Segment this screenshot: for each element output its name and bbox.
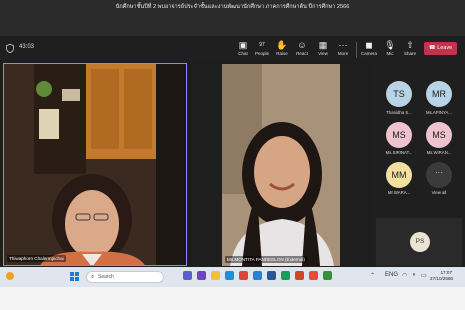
participant-video-1 <box>4 64 186 265</box>
store-icon[interactable] <box>253 271 262 280</box>
participant-avatar-name: Ms.APINYA... <box>426 110 452 115</box>
edge-icon[interactable] <box>225 271 234 280</box>
camera-button[interactable]: ◼ Camera <box>358 40 380 57</box>
self-avatar: PS <box>410 232 430 252</box>
participant-video-2 <box>222 64 340 266</box>
react-icon: ☺ <box>297 40 307 50</box>
chrome-icon[interactable] <box>239 271 248 280</box>
more-button[interactable]: ··· More <box>332 40 354 57</box>
chevron-up-icon[interactable]: ⌃ <box>370 272 375 279</box>
start-icon[interactable] <box>70 272 79 281</box>
taskbar-search[interactable]: ⌕ Search <box>86 271 164 283</box>
taskbar-app-icon[interactable] <box>323 271 332 280</box>
battery-icon[interactable]: ▭ <box>421 272 427 279</box>
view-all-button[interactable]: ··· <box>426 162 452 188</box>
taskbar-app-icon[interactable] <box>309 271 318 280</box>
mic-button[interactable]: 🎙 Mic <box>379 40 401 57</box>
view-all-label: View all <box>431 190 447 195</box>
participant-avatar[interactable]: MS <box>386 122 412 148</box>
leave-button[interactable]: ☎ Leave <box>424 42 457 55</box>
line-icon[interactable] <box>281 271 290 280</box>
view-icon: ▦ <box>318 40 328 50</box>
share-button[interactable]: ⇧ Share <box>399 40 421 57</box>
powerpoint-icon[interactable] <box>295 271 304 280</box>
volume-icon[interactable]: ◖ <box>412 272 416 278</box>
participant-avatar[interactable]: MM <box>386 162 412 188</box>
word-icon[interactable] <box>267 271 276 280</box>
system-clock[interactable]: 17:07 27/10/2566 <box>430 270 453 282</box>
people-icon: 97 <box>259 42 265 48</box>
weather-icon[interactable] <box>5 271 15 281</box>
participant-avatar-name: Ms.SIRINAT... <box>385 150 413 155</box>
view-button[interactable]: ▦ View <box>312 40 334 57</box>
more-icon: ··· <box>338 40 348 50</box>
participant-avatar-name: Mr.WARA... <box>387 190 411 195</box>
participant-avatar-name: Ms.WIRAN... <box>426 150 452 155</box>
participant-avatar[interactable]: MR <box>426 81 452 107</box>
wifi-icon[interactable]: ◠ <box>402 272 407 279</box>
react-button[interactable]: ☺ React <box>291 40 313 57</box>
raise-hand-button[interactable]: ✋ Raise <box>271 40 293 57</box>
file-explorer-icon[interactable] <box>211 271 220 280</box>
video-tile-2[interactable]: Ms.MONTITA PANDEELON (External) <box>222 64 340 266</box>
people-button[interactable]: 97 People <box>251 40 273 57</box>
screen-bottom-border <box>0 287 465 310</box>
participant-avatar[interactable]: MS <box>426 122 452 148</box>
ellipsis-icon: ··· <box>435 168 443 177</box>
shield-icon <box>6 44 14 53</box>
participant-avatar[interactable]: TS <box>386 81 412 107</box>
participant-name-1: Thiwaphorn Chalermpichai <box>7 255 66 262</box>
title-bar: นักศึกษาชั้นปีที่ 2 พบอาจารย์ประจำชั้นแล… <box>0 0 465 36</box>
participant-name-2: Ms.MONTITA PANDEELON (External) <box>225 256 307 263</box>
meeting-timer: 43:03 <box>19 44 35 50</box>
teams-icon[interactable] <box>183 271 192 280</box>
language-icon[interactable]: ENG <box>385 272 398 278</box>
mic-off-icon: 🎙 <box>384 40 396 50</box>
meeting-title: นักศึกษาชั้นปีที่ 2 พบอาจารย์ประจำชั้นแล… <box>115 4 350 10</box>
phone-icon: ☎ <box>428 45 438 51</box>
toolbar-divider <box>356 42 357 58</box>
search-icon: ⌕ <box>91 274 95 280</box>
taskbar-app-icon[interactable] <box>197 271 206 280</box>
camera-off-icon: ◼ <box>365 40 373 50</box>
participant-avatar-name: Thanidha S... <box>386 110 412 115</box>
raise-hand-icon: ✋ <box>276 40 288 50</box>
share-icon: ⇧ <box>406 40 414 50</box>
video-tile-1[interactable]: Thiwaphorn Chalermpichai <box>3 63 187 266</box>
